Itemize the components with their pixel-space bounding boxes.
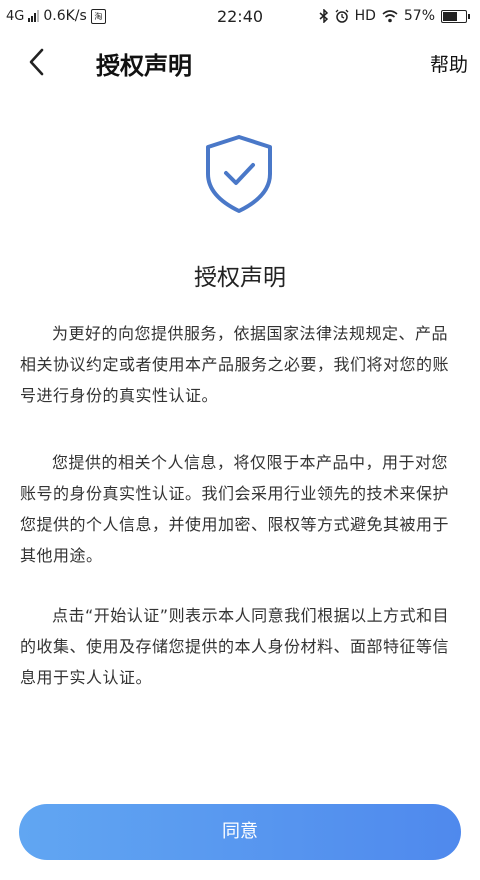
content-heading: 授权声明 (194, 265, 286, 291)
back-button[interactable] (18, 44, 58, 80)
alarm-icon (335, 9, 349, 23)
bluetooth-icon (319, 9, 328, 23)
status-bar: 4G 0.6K/s 淘 22:40 HD 57% (0, 0, 480, 34)
chevron-left-icon (29, 48, 44, 76)
battery-percent: 57% (403, 8, 435, 24)
agree-button[interactable]: 同意 (19, 804, 461, 860)
paragraph-privacy: 您提供的相关个人信息，将仅限于本产品中，用于对您账号的身份真实性认证。我们会采用… (20, 453, 450, 565)
battery-icon (441, 9, 470, 23)
hd-indicator: HD (354, 8, 376, 24)
status-right: HD 57% (319, 8, 470, 24)
nav-bar: 授权声明 帮助 (0, 34, 480, 90)
page-title: 授权声明 (96, 52, 192, 80)
shield-check-icon (206, 135, 272, 213)
help-button[interactable]: 帮助 (430, 50, 468, 77)
wifi-icon (382, 9, 398, 22)
paragraph-purpose: 为更好的向您提供服务，依据国家法律法规规定、产品相关协议约定或者使用本产品服务之… (20, 324, 450, 405)
paragraph-consent: 点击“开始认证”则表示本人同意我们根据以上方式和目的收集、使用及存储您提供的本人… (20, 606, 450, 687)
